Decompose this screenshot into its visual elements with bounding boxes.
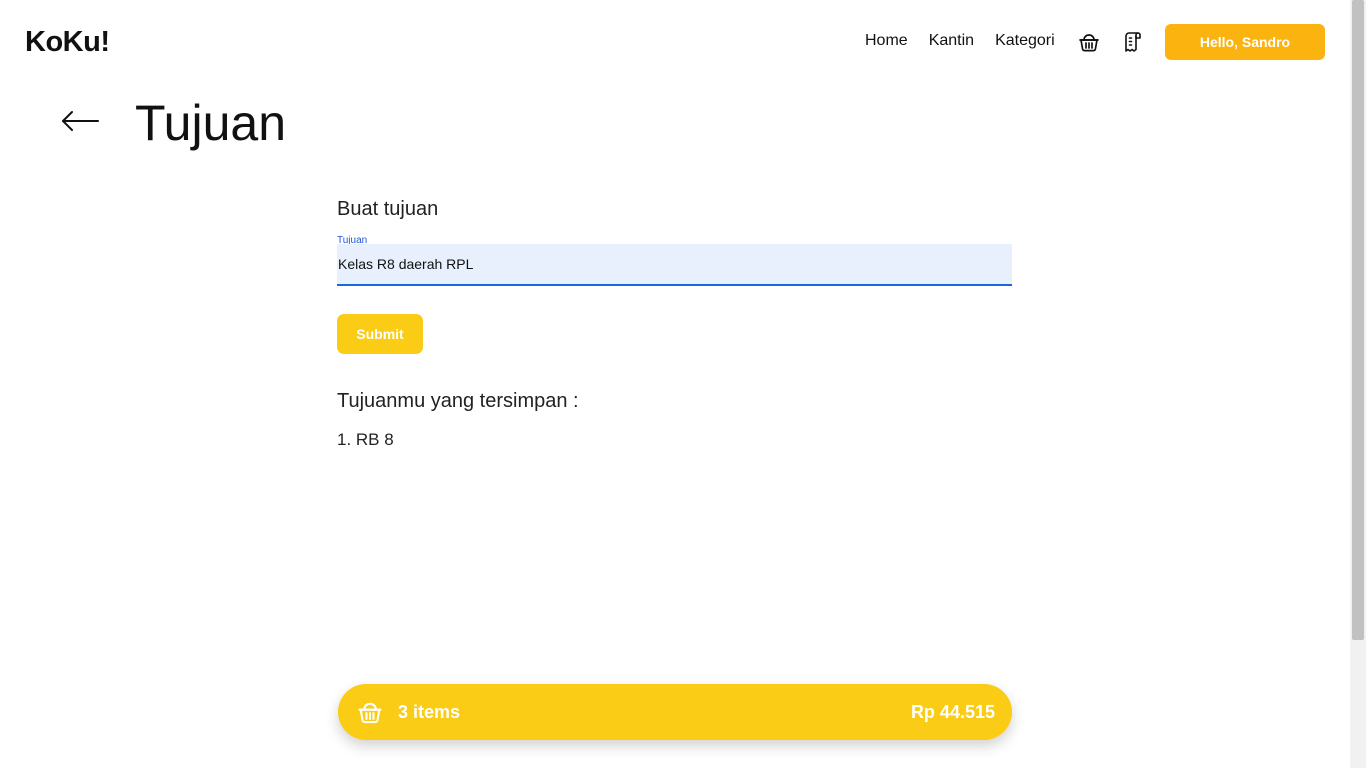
saved-destinations-list: 1. RB 8 xyxy=(337,430,394,450)
basket-icon[interactable] xyxy=(1077,30,1101,54)
list-item: 1. RB 8 xyxy=(337,430,394,449)
page-scrollbar[interactable] xyxy=(1350,0,1366,768)
nav-links: Home Kantin Kategori xyxy=(865,32,1076,50)
destination-form: Buat tujuan Tujuan Submit Tujuanmu yang … xyxy=(337,198,1012,449)
cart-summary-bar[interactable]: 3 items Rp 44.515 xyxy=(338,684,1012,740)
form-heading: Buat tujuan xyxy=(337,198,439,220)
destination-input[interactable] xyxy=(337,244,1012,286)
page-title: Tujuan xyxy=(135,95,287,151)
cart-item-count: 3 items xyxy=(398,702,461,722)
saved-destinations-heading: Tujuanmu yang tersimpan : xyxy=(337,390,579,412)
greeting-button[interactable]: Hello, Sandro xyxy=(1165,24,1325,60)
destination-field: Tujuan xyxy=(337,236,1012,286)
arrow-left-icon[interactable] xyxy=(60,105,100,137)
receipt-icon[interactable] xyxy=(1121,30,1145,54)
nav-link-kantin[interactable]: Kantin xyxy=(929,32,974,50)
nav-link-kategori[interactable]: Kategori xyxy=(995,32,1055,50)
submit-button[interactable]: Submit xyxy=(337,314,423,354)
navbar: KoKu! Home Kantin Kategori Hello, Sandro xyxy=(0,0,1350,86)
nav-link-home[interactable]: Home xyxy=(865,32,908,50)
basket-icon xyxy=(356,698,384,726)
cart-total-price: Rp 44.515 xyxy=(910,702,995,722)
scrollbar-thumb[interactable] xyxy=(1352,0,1364,640)
brand-logo[interactable]: KoKu! xyxy=(25,26,110,59)
